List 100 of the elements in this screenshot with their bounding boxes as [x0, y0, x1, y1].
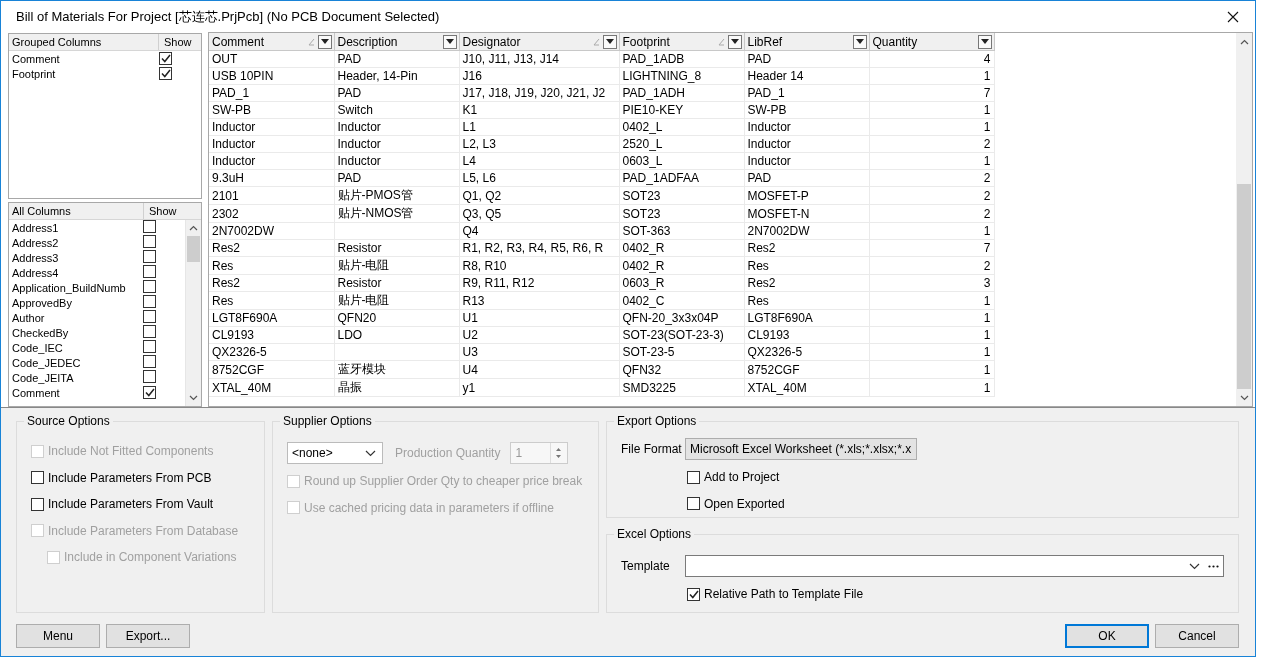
table-cell: K1: [459, 101, 619, 119]
column-name[interactable]: Address2: [9, 236, 143, 249]
table-cell: J16: [459, 67, 619, 85]
scroll-down-icon[interactable]: [1239, 394, 1249, 401]
table-cell: Res2: [744, 274, 869, 292]
table-cell: LGT8F690A: [744, 309, 869, 327]
field-label: Production Quantity: [395, 446, 501, 460]
show-checkbox[interactable]: [143, 310, 156, 323]
column-name[interactable]: Application_BuildNumb: [9, 281, 143, 294]
column-name[interactable]: ApprovedBy: [9, 296, 143, 309]
column-name[interactable]: Comment: [9, 386, 143, 399]
table-cell: SOT-23(SOT-23-3): [619, 326, 744, 344]
column-name[interactable]: Footprint: [9, 67, 159, 80]
option-checkbox[interactable]: Add to Project: [687, 470, 780, 484]
column-name[interactable]: Address1: [9, 221, 143, 234]
table-cell: U3: [459, 343, 619, 361]
file-format-dropdown[interactable]: Microsoft Excel Worksheet (*.xls;*.xlsx;*.x: [685, 438, 917, 460]
scrollbar[interactable]: [185, 220, 201, 406]
table-cell: PAD: [334, 169, 459, 187]
show-checkbox[interactable]: [143, 295, 156, 308]
table-cell: 7: [869, 239, 994, 257]
scroll-up-icon[interactable]: [189, 225, 198, 231]
show-checkbox[interactable]: [143, 386, 156, 399]
show-checkbox[interactable]: [143, 355, 156, 368]
column-name[interactable]: Address4: [9, 266, 143, 279]
table-cell: Inductor: [334, 135, 459, 153]
show-checkbox[interactable]: [143, 235, 156, 248]
column-header[interactable]: Designator: [459, 33, 619, 51]
column-header[interactable]: Comment: [209, 33, 334, 51]
table-cell: 4: [869, 50, 994, 68]
column-name[interactable]: Author: [9, 311, 143, 324]
column-name[interactable]: Code_JEITA: [9, 371, 143, 384]
column-name[interactable]: Address3: [9, 251, 143, 264]
close-icon[interactable]: [1227, 10, 1239, 23]
table-cell: Inductor: [744, 135, 869, 153]
template-field[interactable]: [685, 555, 1224, 577]
table-cell: 贴片-PMOS管: [334, 186, 459, 205]
show-checkbox[interactable]: [143, 265, 156, 278]
table-cell: 1: [869, 343, 994, 361]
scroll-down-icon[interactable]: [189, 395, 198, 401]
table-cell: 1: [869, 152, 994, 170]
dialog-button[interactable]: Cancel: [1155, 623, 1239, 648]
show-checkbox[interactable]: [143, 220, 156, 233]
supplier-dropdown[interactable]: <none>: [287, 442, 383, 464]
scroll-up-icon[interactable]: [1239, 38, 1249, 45]
table-cell: J10, J11, J13, J14: [459, 50, 619, 68]
column-header[interactable]: Footprint: [619, 33, 744, 51]
table-cell: 0402_L: [619, 118, 744, 136]
table-cell: 9.3uH: [209, 169, 334, 187]
show-checkbox[interactable]: [143, 280, 156, 293]
column-header[interactable]: LibRef: [744, 33, 869, 51]
filter-dropdown-button[interactable]: [727, 34, 742, 49]
column-header[interactable]: Show: [144, 203, 186, 219]
column-name[interactable]: CheckedBy: [9, 326, 143, 339]
caret-icon: [730, 39, 739, 44]
show-checkbox[interactable]: [143, 250, 156, 263]
filter-dropdown-button[interactable]: [602, 34, 617, 49]
table-cell: 0603_L: [619, 152, 744, 170]
table-cell: SOT23: [619, 186, 744, 205]
scrollbar-thumb[interactable]: [187, 236, 200, 262]
table-cell: 贴片-电阻: [334, 256, 459, 275]
show-checkbox[interactable]: [159, 52, 172, 65]
filter-dropdown-button[interactable]: [852, 34, 867, 49]
column-name[interactable]: Code_JEDEC: [9, 356, 143, 369]
table-cell: 2: [869, 204, 994, 223]
option-checkbox[interactable]: Relative Path to Template File: [687, 587, 864, 601]
column-header[interactable]: Description: [334, 33, 459, 51]
option-checkbox[interactable]: Open Exported: [687, 496, 785, 511]
table-cell: 蓝牙模块: [334, 360, 459, 379]
table-cell: 2302: [209, 204, 334, 223]
filter-dropdown-button[interactable]: [317, 34, 332, 49]
scrollbar-thumb[interactable]: [1237, 184, 1251, 389]
show-checkbox[interactable]: [143, 325, 156, 338]
dialog-button[interactable]: OK: [1065, 623, 1149, 648]
column-header[interactable]: All Columns: [9, 203, 144, 219]
table-cell: 0402_R: [619, 239, 744, 257]
column-name[interactable]: Comment: [9, 52, 159, 65]
filter-dropdown-button[interactable]: [442, 34, 457, 49]
browse-button[interactable]: [1208, 564, 1219, 568]
table-cell: 1: [869, 326, 994, 344]
table-cell: Q4: [459, 222, 619, 240]
column-header[interactable]: Grouped Columns: [9, 34, 159, 50]
show-checkbox[interactable]: [143, 370, 156, 383]
option-checkbox[interactable]: Include Parameters From PCB: [31, 470, 212, 485]
scrollbar[interactable]: [1236, 33, 1252, 406]
table-cell: QFN20: [334, 309, 459, 327]
show-checkbox[interactable]: [159, 67, 172, 80]
dialog-button[interactable]: Export...: [106, 623, 190, 648]
column-header[interactable]: Quantity: [869, 33, 994, 51]
table-cell: Inductor: [744, 152, 869, 170]
dialog-button[interactable]: Menu: [16, 623, 100, 648]
table-cell: XTAL_40M: [209, 378, 334, 397]
table-cell: U1: [459, 309, 619, 327]
column-name[interactable]: Code_IEC: [9, 341, 143, 354]
filter-dropdown-button[interactable]: [977, 34, 992, 49]
show-checkbox[interactable]: [143, 340, 156, 353]
table-cell: 8752CGF: [209, 360, 334, 379]
table-cell: Res: [744, 256, 869, 275]
option-checkbox[interactable]: Include Parameters From Vault: [31, 497, 214, 511]
column-header[interactable]: Show: [159, 34, 201, 50]
